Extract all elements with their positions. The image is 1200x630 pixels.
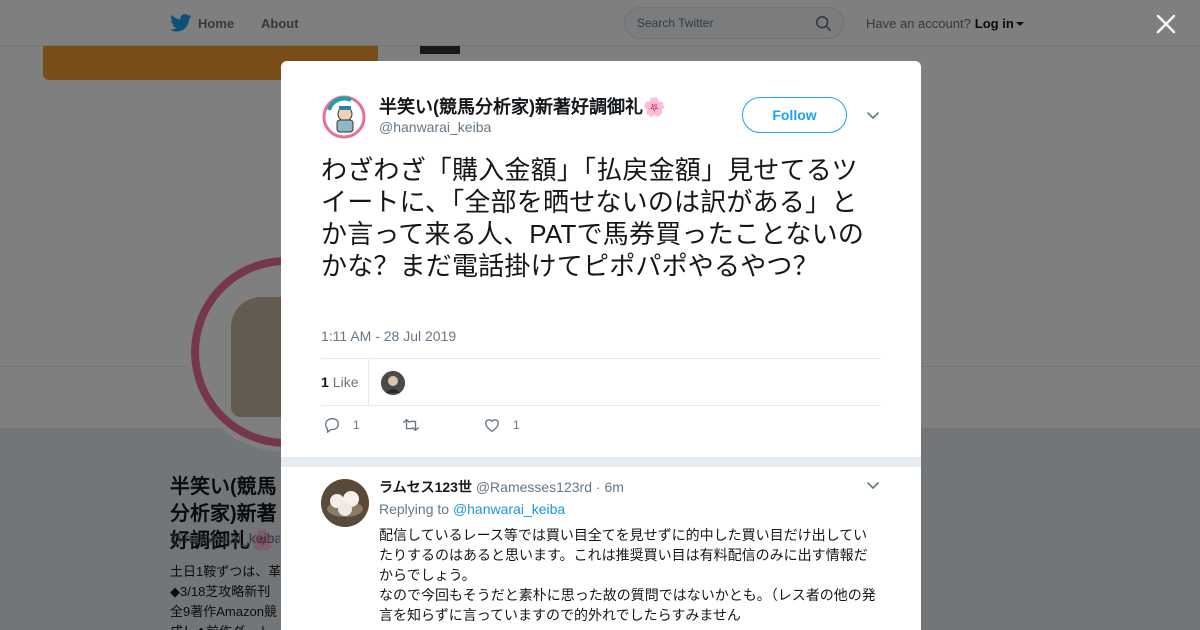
reply-time[interactable]: · 6m [596,479,624,495]
follow-button[interactable]: Follow [742,97,847,133]
reply-paragraph: 配信しているレース等では買い目全てを見せずに的中した買い目だけ出していたりするの… [379,527,868,583]
tweet-text: わざわざ「購入金額」「払戻金額」見せてるツイートに、「全部を晒せないのは訳がある… [321,155,865,281]
tweet-modal: 半笑い(競馬分析家)新著好調御礼🌸 @hanwarai_keiba Follow… [281,61,921,630]
author-handle[interactable]: @hanwarai_keiba [379,119,491,135]
replying-prefix: Replying to [379,501,450,517]
like-button[interactable]: 1 [483,416,520,434]
reply-count: 1 [353,418,360,432]
tweet-actions: 1 1 [321,416,881,438]
likes-stat[interactable]: 1 Like [321,359,369,405]
reply-button[interactable]: 1 [323,416,360,434]
reply-author-avatar[interactable] [321,479,369,527]
liker-avatar[interactable] [381,371,405,395]
reply-header: ラムセス123世 @Ramesses123rd · 6m [379,477,624,497]
chevron-down-icon[interactable] [866,479,880,493]
replying-to-link[interactable]: @hanwarai_keiba [453,501,565,517]
liker-avatar-image [381,371,405,395]
likes-label: Like [332,374,359,390]
author-name[interactable]: 半笑い(競馬分析家)新著好調御礼🌸 [379,93,665,119]
author-avatar-image [322,95,366,139]
author-avatar[interactable] [321,94,367,140]
likes-count: 1 [321,374,329,390]
reply-text: 配信しているレース等では買い目全てを見せずに的中した買い目だけ出していたりするの… [379,525,879,625]
tweet-stats: 1 Like [321,358,881,406]
reply-author-name[interactable]: ラムセス123世 [379,479,472,495]
close-icon[interactable] [1156,14,1176,34]
tweet-timestamp[interactable]: 1:11 AM - 28 Jul 2019 [321,328,456,344]
reply-avatar-image [321,479,369,527]
retweet-icon [403,418,419,432]
reply-icon [325,418,339,433]
heart-icon [485,419,499,432]
replying-to: Replying to @hanwarai_keiba [379,501,565,517]
replies-divider [281,457,921,467]
like-count: 1 [513,418,520,432]
reply-author-handle[interactable]: @Ramesses123rd [476,479,592,495]
retweet-button[interactable] [402,416,432,434]
chevron-down-icon[interactable] [866,109,880,123]
reply-paragraph: なので今回もそうだと素朴に思った故の質問ではないかとも。（レス者の他の発言を知ら… [379,587,876,623]
